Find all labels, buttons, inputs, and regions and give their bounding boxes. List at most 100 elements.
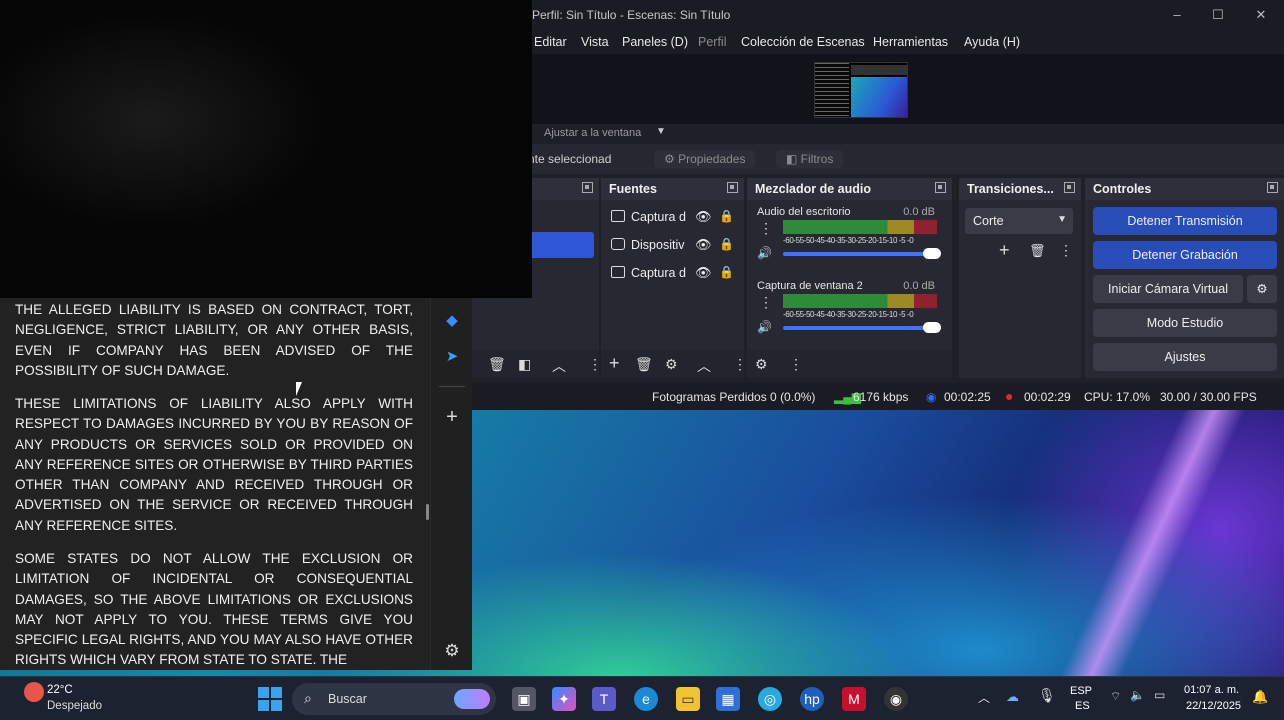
dock-float-icon[interactable]	[727, 182, 738, 193]
notification-bell-icon[interactable]: 🔔	[1252, 689, 1268, 705]
document-scrollbar[interactable]	[426, 504, 429, 520]
slider-knob[interactable]	[923, 248, 941, 259]
add-icon[interactable]: +	[441, 406, 463, 428]
close-icon[interactable]: ✕	[1246, 5, 1276, 25]
menu-vista[interactable]: Vista	[581, 35, 609, 49]
minimize-icon[interactable]: –	[1162, 5, 1192, 25]
source-item[interactable]: Captura d 👁 🔒	[607, 206, 743, 228]
speaker-icon[interactable]: 🔊	[757, 320, 772, 334]
transitions-title: Transiciones...	[967, 182, 1054, 196]
wifi-icon[interactable]: ⌔	[1110, 689, 1121, 704]
camera-feed	[0, 0, 532, 298]
weather-desc[interactable]: Despejado	[47, 700, 102, 712]
menu-paneles[interactable]: Paneles (D)	[622, 35, 688, 49]
kebab-icon[interactable]: ⋮	[759, 220, 773, 237]
lock-icon[interactable]: 🔒	[719, 209, 734, 223]
dock-float-icon[interactable]	[1267, 182, 1278, 193]
menu-editar[interactable]: Editar	[534, 35, 567, 49]
gear-icon[interactable]: ⚙	[665, 356, 678, 373]
kebab-icon[interactable]: ⋮	[1059, 242, 1073, 259]
stop-streaming-button[interactable]: Detener Transmisión	[1093, 207, 1277, 235]
volume-slider[interactable]	[783, 322, 941, 333]
copilot-icon[interactable]: ✦	[552, 687, 576, 711]
language-top[interactable]: ESP	[1070, 685, 1092, 697]
volume-slider[interactable]	[783, 248, 941, 259]
weather-temp[interactable]: 22°C	[47, 684, 73, 696]
onedrive-icon[interactable]: ☁	[1006, 689, 1019, 705]
dock-float-icon[interactable]	[1064, 182, 1075, 193]
add-icon[interactable]: +	[609, 353, 620, 374]
trash-icon[interactable]: 🗑	[1029, 243, 1046, 259]
obs-icon[interactable]: ◉	[884, 687, 908, 711]
edge-icon[interactable]: e	[634, 687, 658, 711]
hp-icon[interactable]: hp	[800, 687, 824, 711]
kebab-icon[interactable]: ⋮	[588, 356, 602, 373]
fps: 30.00 / 30.00 FPS	[1160, 390, 1257, 404]
scale-dropdown[interactable]: Ajustar a la ventana	[544, 127, 641, 139]
menu-herramientas[interactable]: Herramientas	[873, 35, 948, 49]
source-item[interactable]: Dispositiv 👁 🔒	[607, 234, 743, 256]
start-icon[interactable]	[258, 687, 282, 711]
gear-icon[interactable]: ⚙	[441, 640, 463, 662]
eye-icon[interactable]: 👁	[695, 209, 712, 225]
chevron-up-icon[interactable]: ︿	[552, 356, 566, 376]
chrome-canary-icon[interactable]: ◎	[758, 687, 782, 711]
window-icon	[611, 210, 625, 222]
volume-icon[interactable]: 🔈	[1130, 688, 1145, 702]
teams-icon[interactable]: T	[592, 687, 616, 711]
eye-icon[interactable]: 👁	[695, 265, 712, 281]
chevron-down-icon[interactable]: ▼	[656, 126, 666, 137]
transition-select[interactable]: Corte ▼	[965, 208, 1073, 234]
menu-coleccion-escenas[interactable]: Colección de Escenas	[741, 35, 865, 49]
file-explorer-icon[interactable]: ▭	[676, 687, 700, 711]
menu-ayuda[interactable]: Ayuda (H)	[964, 35, 1020, 49]
search-placeholder: Buscar	[328, 692, 367, 706]
lock-icon[interactable]: 🔒	[719, 237, 734, 251]
preview-scale-row: Ajustar a la ventana ▼	[470, 124, 1284, 144]
lock-icon[interactable]: 🔒	[719, 265, 734, 279]
edge-drop-icon[interactable]: ◆	[441, 310, 463, 332]
advanced-audio-icon[interactable]: ⚙	[755, 356, 768, 373]
task-view-icon[interactable]: ▣	[512, 687, 536, 711]
send-icon[interactable]: ➤	[441, 346, 463, 368]
filters-button[interactable]: ◧ Filtros	[776, 150, 844, 168]
monitor-icon	[611, 266, 625, 278]
filter-icon[interactable]: ◧	[518, 356, 531, 373]
mcafee-icon[interactable]: M	[842, 687, 866, 711]
eye-icon[interactable]: 👁	[695, 237, 712, 253]
speaker-icon[interactable]: 🔊	[757, 246, 772, 260]
chevron-up-icon[interactable]: ︿	[978, 689, 990, 706]
slider-knob[interactable]	[923, 322, 941, 333]
weather-icon[interactable]	[24, 682, 44, 702]
settings-button[interactable]: Ajustes	[1093, 343, 1277, 371]
add-icon[interactable]: +	[999, 240, 1010, 261]
start-virtual-camera-button[interactable]: Iniciar Cámara Virtual	[1093, 275, 1243, 303]
search-box[interactable]: ⌕ Buscar	[292, 683, 496, 715]
kebab-icon[interactable]: ⋮	[759, 294, 773, 311]
battery-icon[interactable]: ▭	[1154, 688, 1165, 702]
no-source-selected-label: nte seleccionad	[528, 152, 612, 166]
document-viewer: THE ALLEGED LIABILITY IS BASED ON CONTRA…	[0, 298, 430, 670]
kebab-icon[interactable]: ⋮	[733, 356, 747, 373]
dock-float-icon[interactable]	[582, 182, 593, 193]
studio-mode-button[interactable]: Modo Estudio	[1093, 309, 1277, 337]
language-bottom[interactable]: ES	[1075, 700, 1090, 712]
microphone-icon[interactable]: 🎙	[1038, 687, 1056, 704]
source-toolbar: nte seleccionad ⚙ Propiedades ◧ Filtros	[470, 144, 1284, 174]
virtual-camera-settings-icon[interactable]: ⚙	[1247, 275, 1277, 303]
store-icon[interactable]: ▦	[716, 687, 740, 711]
clock-date[interactable]: 22/12/2025	[1186, 700, 1241, 712]
trash-icon[interactable]: 🗑	[488, 356, 506, 373]
kebab-icon[interactable]: ⋮	[789, 356, 803, 373]
trash-icon[interactable]: 🗑	[635, 356, 653, 373]
stop-recording-button[interactable]: Detener Grabación	[1093, 241, 1277, 269]
menu-perfil[interactable]: Perfil	[698, 35, 726, 49]
dock-float-icon[interactable]	[935, 182, 946, 193]
volume-meter	[783, 220, 937, 234]
properties-button[interactable]: ⚙ Propiedades	[654, 150, 756, 168]
chevron-up-icon[interactable]: ︿	[697, 356, 711, 376]
maximize-icon[interactable]: ☐	[1203, 5, 1233, 25]
source-item[interactable]: Captura d 👁 🔒	[607, 262, 743, 284]
preview-area[interactable]	[470, 54, 1284, 124]
clock-time[interactable]: 01:07 a. m.	[1184, 684, 1239, 696]
